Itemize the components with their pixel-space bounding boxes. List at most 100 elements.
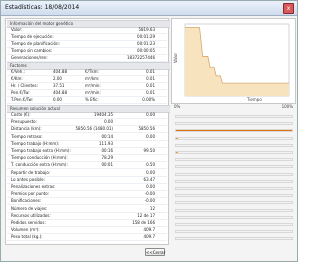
best-value: 111.93 (99, 140, 113, 146)
best-value-2: 0.00 (146, 112, 155, 117)
value-time-chart: Valor Tiempo (171, 18, 296, 104)
ratio-bar (175, 136, 293, 140)
factor-label: Hr. / Clientes: (11, 83, 38, 88)
ratio-bar (175, 187, 293, 190)
best-value: 78.29 (101, 155, 113, 161)
best-row: Penalizaciones extras: 0.00 (7, 184, 167, 191)
best-row: Volumen (m³): 409.7 (7, 227, 167, 235)
factor-value: 0.00 (53, 97, 62, 102)
best-value: 5850.56 (1480.01) (75, 126, 113, 132)
ratio-bar (175, 215, 293, 219)
best-value-2: 63.47 (143, 176, 155, 182)
best-label: Tiempo retraso: (11, 133, 43, 139)
best-row: Repartir de trabajo: 0.00 (7, 170, 167, 177)
ratio-bar (175, 143, 293, 147)
best-value: 0.00 (104, 119, 113, 125)
best-value-2: 99.50 (143, 148, 155, 153)
best-row: Tiempo trabajo (H:mm): 111.93 (7, 141, 167, 148)
factor-label: €/Km: (11, 76, 23, 81)
factor-label: Pen.€/Tw: (11, 90, 30, 95)
info-row: Tiempo de ejecución: 00:01:29 (7, 34, 167, 41)
best-value-2: 0.00 (146, 169, 155, 175)
best-row: Número de viajes: 12 (7, 206, 167, 213)
best-value-2: 409.7 (143, 227, 155, 233)
best-label: Tiempo trabajo extra (H:mm): (11, 148, 71, 153)
best-row: Pedidos servidos: 158 de 166 (7, 220, 167, 227)
factor-label: T.Pen.€/Tw: (11, 97, 33, 102)
ratio-bar (175, 115, 293, 118)
best-row: Recursos utilizados: 12 de 17 (7, 213, 167, 220)
info-value: 00:01:29 (137, 34, 155, 39)
close-icon[interactable]: x (283, 3, 294, 14)
best-label: Penalizaciones extras: (11, 184, 56, 189)
factor-value: 37.51 (53, 83, 65, 88)
best-label: Coste (€): (11, 112, 31, 117)
best-label: Bonificaciones: (11, 198, 42, 204)
ratio-bar (175, 208, 293, 212)
factor-label-2: m³/min: (85, 90, 101, 95)
best-value-2: 158 de 166 (132, 220, 155, 225)
best-value-2: 409.7 (143, 234, 155, 240)
best-row: Tiempo retraso: 00:14 0.00 (7, 134, 167, 141)
factor-row: Pen.€/Tw: 404.88 m³/min: 0.01 (7, 90, 167, 97)
title-bar: Estadísticas: 18/08/2014 x (1, 1, 297, 16)
ratio-bar (175, 151, 293, 154)
factor-value: 2.00 (53, 76, 62, 81)
factor-value-2: 0.01 (146, 69, 155, 74)
best-value: 00:01 (101, 162, 113, 168)
factor-label-2: % Efic: (85, 97, 99, 102)
best-row: Peso total (kg.): 409.7 (7, 234, 167, 242)
best-row: Distancia (km): 5850.56 (1480.01) 5850.56 (7, 126, 167, 134)
ratio-bar (175, 122, 293, 126)
x-axis-label: Tiempo (246, 97, 262, 102)
info-value: 00:01:23 (137, 41, 155, 46)
factor-value: 404.88 (53, 69, 67, 74)
best-row: Bonificaciones: -0.00 (7, 198, 167, 206)
best-label: Lo antes posible: (11, 176, 45, 182)
best-row: Presupuesto: 0.00 (7, 119, 167, 127)
factor-label: €/Veh.: (11, 69, 25, 74)
best-row: Premios por punto: -0.00 (7, 191, 167, 199)
factor-value: 404.88 (53, 90, 67, 95)
factor-label-2: m³/km: (85, 76, 100, 81)
stats-panel: Información del motor genético Valor: 581… (5, 18, 170, 245)
info-label: Tiempo de ejecución: (11, 34, 54, 39)
factor-value-2: 0.01 (146, 83, 155, 88)
best-label: Premios por punto: (11, 191, 50, 197)
best-value: 00:14 (101, 133, 113, 139)
best-row: Tiempo trabajo extra (H:mm): 00:16 99.50 (7, 148, 167, 155)
best-value: 19404.35 (93, 112, 113, 117)
info-row: Generaciones/ren: 18372257446 (7, 55, 167, 62)
ratio-bar (175, 158, 293, 162)
factor-label-2: m³/min: (85, 83, 101, 88)
best-value: 00:16 (101, 148, 113, 153)
ratio-bar (175, 230, 293, 234)
ratio-bar (175, 129, 293, 133)
factor-value-2: 0.00% (142, 97, 155, 102)
close-button[interactable]: <<Cerrar (145, 248, 165, 256)
factor-value-2: 0.01 (146, 76, 155, 81)
factor-row: €/Veh.: 404.88 €/Tkm: 0.01 (7, 69, 167, 76)
window-title: Estadísticas: 18/08/2014 (5, 4, 80, 11)
best-label: Peso total (kg.): (11, 234, 43, 240)
bars-max: 100% (281, 104, 293, 109)
factor-value-2: 0.01 (146, 90, 155, 95)
best-label: Número de viajes: (11, 205, 48, 211)
best-row: Coste (€): 19404.35 0.00 (7, 112, 167, 119)
chart-svg: Valor Tiempo (173, 23, 290, 102)
best-value-2: 5850.56 (138, 126, 155, 132)
ratio-bar (175, 165, 293, 169)
best-label: Tiempo trabajo (H:mm): (11, 140, 60, 146)
best-row: Tiempo conducción (H:mm): 78.29 (7, 155, 167, 163)
bars-min: 0% (174, 104, 181, 109)
info-label: Tiempo sin cambios: (11, 48, 53, 53)
best-label: Distancia (km): (11, 126, 42, 132)
info-label: Generaciones/ren: (11, 55, 48, 60)
best-value-2: 0.50 (146, 162, 155, 168)
best-value-2: -0.00 (144, 198, 155, 204)
best-value-2: 0.00 (146, 133, 155, 139)
info-row: Tiempo sin cambios: 00:00:05 (7, 48, 167, 55)
best-label: Repartir de trabajo: (11, 169, 51, 175)
ratio-bar (175, 194, 293, 198)
best-label: Tiempo conducción (H:mm): (11, 155, 68, 161)
